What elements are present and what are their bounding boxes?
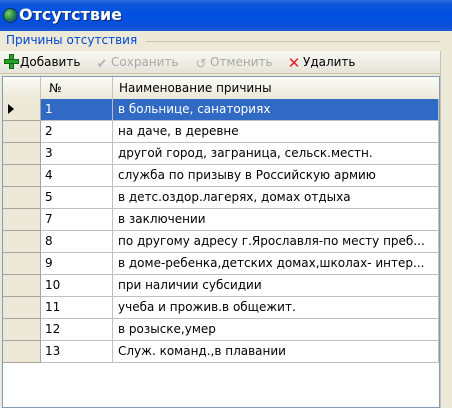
row-name[interactable]: Служ. команд.,в плавании (113, 341, 439, 363)
column-header-name[interactable]: Наименование причины (113, 77, 439, 99)
row-name[interactable]: в розыске,умер (113, 319, 439, 341)
toolbar: Добавить ✔ Сохранить ↺ Отменить ✕ Удалить (0, 51, 440, 74)
row-indicator (3, 253, 41, 275)
table-row[interactable]: 9 в доме-ребенка,детских домах,школах- и… (3, 253, 439, 275)
row-number[interactable]: 11 (41, 297, 113, 319)
table-row[interactable]: 13 Служ. команд.,в плавании (3, 341, 439, 363)
row-indicator (3, 297, 41, 319)
row-name[interactable]: по другому адресу г.Ярославля-по месту п… (113, 231, 439, 253)
table-header: № Наименование причины (3, 77, 439, 100)
globe-icon (3, 8, 18, 23)
delete-button[interactable]: ✕ Удалить (287, 53, 356, 71)
row-indicator (3, 341, 41, 363)
add-button-label: Добавить (20, 55, 81, 69)
column-header-number[interactable]: № (41, 77, 113, 99)
row-name[interactable]: при наличии субсидии (113, 275, 439, 297)
undo-icon: ↺ (195, 57, 207, 72)
plus-icon (4, 54, 19, 69)
row-indicator (3, 231, 41, 253)
table-row[interactable]: 1 в больнице, санаториях (3, 99, 439, 121)
header-indicator-cell (3, 77, 41, 99)
row-number[interactable]: 3 (41, 143, 113, 165)
x-icon: ✕ (287, 54, 301, 72)
table-row[interactable]: 8 по другому адресу г.Ярославля-по месту… (3, 231, 439, 253)
title-bar: Отсутствие (0, 0, 452, 31)
row-name[interactable]: на даче, в деревне (113, 121, 439, 143)
cancel-button[interactable]: ↺ Отменить (194, 53, 273, 72)
delete-button-label: Удалить (303, 55, 356, 69)
row-number[interactable]: 12 (41, 319, 113, 341)
row-name[interactable]: в детс.оздор.лагерях, домах отдыха (113, 187, 439, 209)
row-indicator (3, 143, 41, 165)
table-row[interactable]: 2 на даче, в деревне (3, 121, 439, 143)
row-number[interactable]: 9 (41, 253, 113, 275)
row-name[interactable]: в больнице, санаториях (113, 99, 439, 121)
window-title: Отсутствие (19, 5, 123, 24)
save-button[interactable]: ✔ Сохранить (95, 53, 179, 72)
row-number[interactable]: 8 (41, 231, 113, 253)
row-name[interactable]: учеба и прожив.в общежит. (113, 297, 439, 319)
row-number[interactable]: 2 (41, 121, 113, 143)
table-row[interactable]: 11 учеба и прожив.в общежит. (3, 297, 439, 319)
group-divider (146, 41, 440, 42)
row-indicator (3, 99, 41, 121)
row-indicator (3, 319, 41, 341)
row-number[interactable]: 7 (41, 209, 113, 231)
row-indicator (3, 121, 41, 143)
add-button[interactable]: Добавить (4, 53, 80, 71)
table-row[interactable]: 5 в детс.оздор.лагерях, домах отдыха (3, 187, 439, 209)
table-row[interactable]: 12 в розыске,умер (3, 319, 439, 341)
save-button-label: Сохранить (111, 55, 179, 69)
row-name[interactable]: служба по призыву в Российскую армию (113, 165, 439, 187)
group-label: Причины отсутствия (6, 33, 138, 47)
row-number[interactable]: 1 (41, 99, 113, 121)
table-row[interactable]: 7 в заключении (3, 209, 439, 231)
row-name[interactable]: в заключении (113, 209, 439, 231)
cancel-button-label: Отменить (210, 55, 273, 69)
table-row[interactable]: 10 при наличии субсидии (3, 275, 439, 297)
row-number[interactable]: 4 (41, 165, 113, 187)
row-pointer-icon (8, 104, 14, 114)
row-number[interactable]: 13 (41, 341, 113, 363)
row-number[interactable]: 10 (41, 275, 113, 297)
window-right-edge (440, 51, 452, 408)
row-name[interactable]: другой город, заграница, сельск.местн. (113, 143, 439, 165)
row-indicator (3, 187, 41, 209)
row-name[interactable]: в доме-ребенка,детских домах,школах- инт… (113, 253, 439, 275)
row-indicator (3, 209, 41, 231)
row-indicator (3, 275, 41, 297)
row-indicator (3, 165, 41, 187)
row-number[interactable]: 5 (41, 187, 113, 209)
table-row[interactable]: 4 служба по призыву в Российскую армию (3, 165, 439, 187)
table-row[interactable]: 3 другой город, заграница, сельск.местн. (3, 143, 439, 165)
checkmark-icon: ✔ (96, 57, 108, 72)
reasons-table[interactable]: № Наименование причины 1 в больнице, сан… (2, 76, 440, 408)
